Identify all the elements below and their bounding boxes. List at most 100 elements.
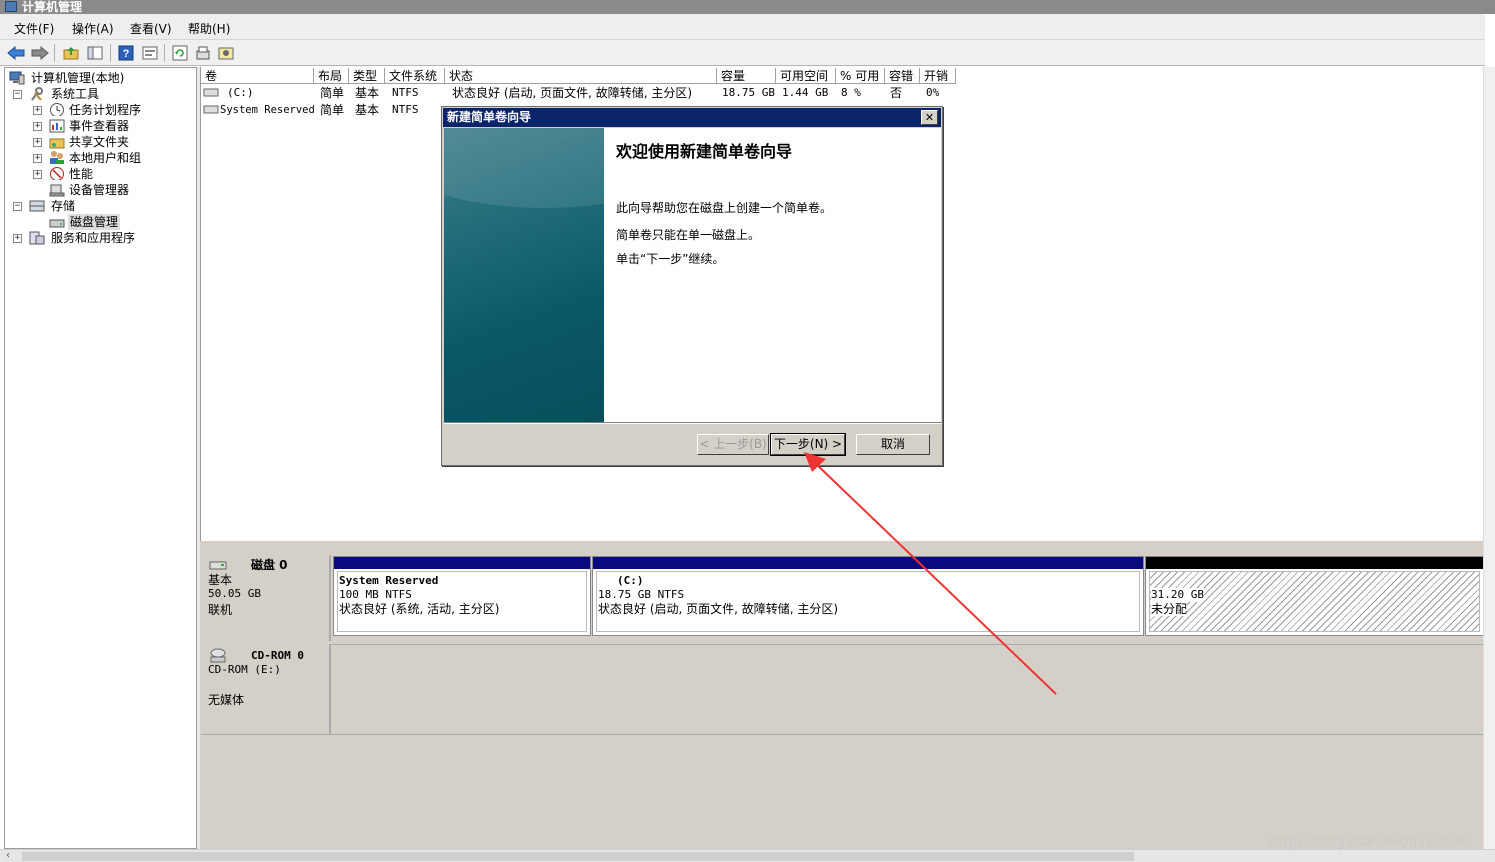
up-folder-icon[interactable] — [62, 44, 80, 61]
show-hide-tree-icon[interactable] — [86, 44, 104, 61]
column-header-capacity[interactable]: 容量 — [717, 68, 776, 84]
expand-icon[interactable]: + — [33, 122, 42, 131]
performance-icon — [50, 167, 64, 180]
expand-icon[interactable]: + — [13, 234, 22, 243]
column-header-type[interactable]: 类型 — [349, 68, 385, 84]
tree-item-services-apps[interactable]: + 服务和应用程序 — [13, 230, 193, 246]
partition-status: 未分配 — [1151, 602, 1188, 616]
disk-0-name: 磁盘 0 — [251, 558, 288, 572]
export-icon[interactable] — [194, 44, 212, 61]
menu-action[interactable]: 操作(A) — [72, 20, 114, 37]
tree-item-system-tools[interactable]: − 系统工具 — [13, 86, 193, 102]
wizard-description-2: 简单卷只能在单一磁盘上。 — [616, 228, 761, 242]
tree-label-disk-management: 磁盘管理 — [68, 214, 121, 230]
clock-icon — [50, 103, 64, 116]
partition-title: (C:) — [617, 574, 644, 587]
cdrom-0-area — [331, 644, 1483, 734]
cdrom-0-label[interactable]: CD-ROM 0 CD-ROM (E:) 无媒体 — [201, 644, 331, 734]
cell-type: 基本 — [355, 86, 380, 100]
back-button[interactable]: < 上一步(B) — [697, 434, 769, 455]
tree-label-device-manager: 设备管理器 — [69, 183, 130, 197]
wizard-description-3: 单击“下一步”继续。 — [616, 252, 725, 266]
tree-item-root[interactable]: 计算机管理(本地) — [9, 70, 189, 86]
tree-label-task-scheduler: 任务计划程序 — [69, 103, 142, 117]
partition-status: 状态良好 (系统, 活动, 主分区) — [339, 602, 500, 616]
scroll-left-icon[interactable]: ‹ — [6, 850, 10, 861]
menu-file[interactable]: 文件(F) — [14, 20, 54, 37]
partition-system-reserved[interactable]: System Reserved 100 MB NTFS 状态良好 (系统, 活动… — [333, 556, 591, 636]
close-icon[interactable]: ✕ — [921, 110, 938, 125]
device-manager-icon — [49, 184, 65, 197]
partition-c[interactable]: (C:) 18.75 GB NTFS 状态良好 (启动, 页面文件, 故障转储,… — [592, 556, 1144, 636]
partition-size: 100 MB NTFS — [339, 588, 412, 601]
collapse-icon[interactable]: − — [13, 202, 22, 211]
tree-label-performance: 性能 — [69, 167, 94, 181]
volume-icon — [203, 88, 219, 97]
cdrom-0-state: 无媒体 — [208, 693, 245, 707]
column-header-overhead[interactable]: 开销 — [920, 68, 956, 84]
menu-bar: 文件(F) 操作(A) 查看(V) 帮助(H) — [0, 14, 1485, 40]
cell-status: 状态良好 (启动, 页面文件, 故障转储, 主分区) — [452, 86, 693, 100]
tree-item-disk-management[interactable]: 磁盘管理 — [49, 214, 193, 230]
cdrom-0-drive: CD-ROM (E:) — [208, 663, 281, 676]
services-icon — [29, 231, 45, 245]
wizard-title-bar[interactable]: 新建简单卷向导 ✕ — [443, 108, 941, 127]
new-simple-volume-wizard: 新建简单卷向导 ✕ 欢迎使用新建简单卷向导 此向导帮助您在磁盘上创建一个简单卷。… — [441, 106, 943, 466]
scrollbar-thumb[interactable] — [22, 852, 1134, 861]
shared-folder-icon — [49, 138, 65, 149]
cell-pct-free: 8 % — [841, 86, 861, 99]
properties-icon[interactable] — [141, 44, 159, 61]
menu-view[interactable]: 查看(V) — [130, 20, 172, 37]
collapse-icon[interactable]: − — [13, 90, 22, 99]
divider — [201, 734, 1483, 735]
cell-fs: NTFS — [392, 103, 419, 116]
wizard-side-banner — [444, 128, 604, 422]
svg-text:?: ? — [123, 48, 130, 60]
wizard-heading: 欢迎使用新建简单卷向导 — [616, 142, 793, 161]
help-icon[interactable]: ? — [117, 44, 135, 61]
toolbar: ? — [0, 40, 1485, 66]
tree-label-storage: 存储 — [51, 199, 76, 213]
back-icon[interactable] — [7, 44, 25, 61]
cancel-button[interactable]: 取消 — [856, 434, 930, 455]
expand-icon[interactable]: + — [33, 170, 42, 179]
column-header-fault-tolerance[interactable]: 容错 — [885, 68, 920, 84]
column-header-free-space[interactable]: 可用空间 — [776, 68, 836, 84]
tree-item-performance[interactable]: + 性能 — [33, 166, 193, 182]
cell-fault-tolerance: 否 — [890, 86, 903, 100]
tree-item-device-manager[interactable]: 设备管理器 — [49, 182, 193, 198]
forward-icon[interactable] — [31, 44, 49, 61]
partition-unallocated[interactable]: 31.20 GB 未分配 — [1145, 556, 1483, 636]
vertical-scrollbar[interactable] — [1483, 67, 1495, 849]
navigation-tree: 计算机管理(本地) − 系统工具 + 任务计划程序 + 事件查看器 + 共享文件… — [4, 67, 197, 849]
column-header-layout[interactable]: 布局 — [314, 68, 349, 84]
expand-icon[interactable]: + — [33, 154, 42, 163]
tree-item-event-viewer[interactable]: + 事件查看器 — [33, 118, 193, 134]
tree-item-shared-folders[interactable]: + 共享文件夹 — [33, 134, 193, 150]
tree-item-local-users[interactable]: + 本地用户和组 — [33, 150, 193, 166]
tree-label-services-apps: 服务和应用程序 — [51, 231, 136, 245]
column-header-volume[interactable]: 卷 — [201, 68, 314, 84]
disk-0-label[interactable]: 磁盘 0 基本 50.05 GB 联机 — [201, 555, 331, 641]
tree-label-system-tools: 系统工具 — [51, 87, 100, 101]
horizontal-scrollbar[interactable]: ‹ — [0, 849, 1495, 862]
tree-label-root: 计算机管理(本地) — [31, 71, 125, 85]
next-button[interactable]: 下一步(N) > — [770, 433, 846, 456]
tree-item-task-scheduler[interactable]: + 任务计划程序 — [33, 102, 193, 118]
expand-icon[interactable]: + — [33, 106, 42, 115]
refresh-icon[interactable] — [171, 44, 189, 61]
tree-item-storage[interactable]: − 存储 — [13, 198, 193, 214]
column-header-status[interactable]: 状态 — [445, 68, 717, 84]
computer-management-icon — [5, 1, 17, 12]
tools-icon — [31, 87, 43, 101]
event-viewer-icon — [49, 119, 65, 133]
expand-icon[interactable]: + — [33, 138, 42, 147]
disk-0-kind: 基本 — [208, 573, 233, 587]
cell-volume: (C:) — [227, 86, 254, 99]
settings-icon[interactable] — [217, 44, 235, 61]
menu-help[interactable]: 帮助(H) — [188, 20, 230, 37]
window-title-bar: 计算机管理 — [0, 0, 1495, 14]
wizard-content: 欢迎使用新建简单卷向导 此向导帮助您在磁盘上创建一个简单卷。 简单卷只能在单一磁… — [604, 128, 941, 422]
column-header-pct-free[interactable]: % 可用 — [836, 68, 885, 84]
column-header-filesystem[interactable]: 文件系统 — [385, 68, 445, 84]
